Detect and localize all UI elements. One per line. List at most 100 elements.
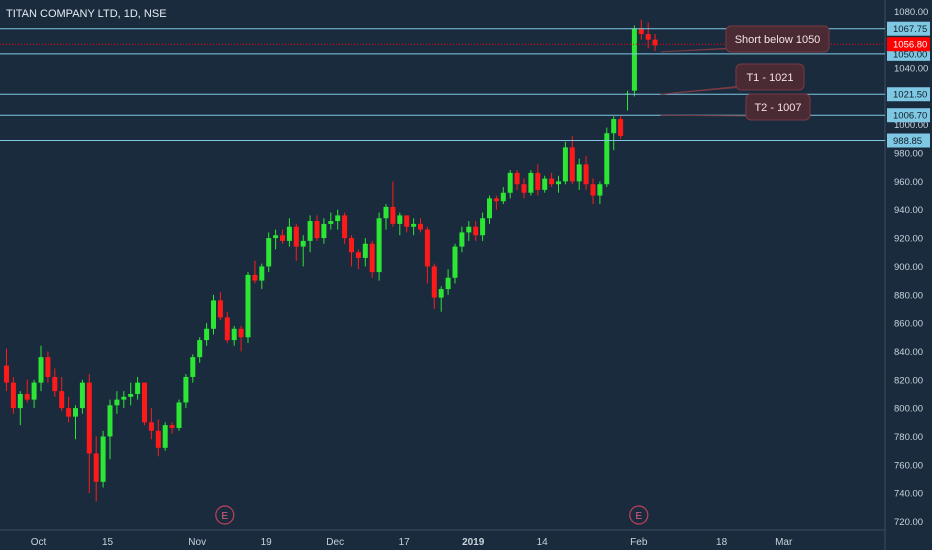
candle-body bbox=[562, 147, 568, 182]
candle-body bbox=[24, 393, 30, 400]
candle-body bbox=[445, 277, 451, 290]
x-tick-label: 18 bbox=[716, 537, 728, 548]
callout-text: T2 - 1007 bbox=[754, 102, 801, 114]
candle-body bbox=[100, 436, 106, 482]
candle-body bbox=[424, 229, 430, 267]
candle-body bbox=[487, 198, 492, 219]
candle-body bbox=[293, 226, 299, 247]
y-tick-label: 740.00 bbox=[894, 489, 923, 500]
candle-body bbox=[142, 382, 147, 423]
candle-body bbox=[128, 393, 134, 397]
candle-body bbox=[618, 119, 624, 137]
candle-body bbox=[217, 300, 223, 318]
candle-body bbox=[652, 39, 658, 46]
candle-body bbox=[10, 382, 16, 409]
y-tick-label: 840.00 bbox=[894, 347, 923, 358]
candle-body bbox=[59, 391, 65, 409]
candle-body bbox=[362, 243, 368, 258]
candle-body bbox=[114, 399, 120, 406]
candle-body bbox=[411, 223, 417, 227]
x-tick-label: Dec bbox=[326, 537, 344, 548]
x-tick-label: 15 bbox=[102, 537, 114, 548]
candle-body bbox=[86, 382, 92, 454]
candle-body bbox=[321, 223, 327, 239]
candle-body bbox=[314, 221, 320, 239]
candle-body bbox=[135, 382, 141, 394]
candle-body bbox=[273, 235, 279, 239]
candle-body bbox=[169, 425, 175, 428]
candle-body bbox=[383, 206, 389, 219]
candle-body bbox=[335, 215, 341, 222]
x-tick-label: 14 bbox=[537, 537, 549, 548]
candle-body bbox=[162, 425, 168, 448]
candle-body bbox=[542, 178, 548, 190]
candle-body bbox=[155, 430, 161, 448]
candle-body bbox=[507, 172, 513, 193]
candle-body bbox=[211, 300, 216, 329]
y-tick-label: 820.00 bbox=[894, 375, 923, 386]
candle-body bbox=[231, 328, 237, 341]
y-tick-label: 760.00 bbox=[894, 460, 923, 471]
candle-body bbox=[397, 215, 403, 224]
level-price-label: 1021.50 bbox=[893, 90, 927, 101]
candle-body bbox=[404, 215, 410, 227]
candle-body bbox=[369, 243, 375, 273]
x-tick-label: Nov bbox=[188, 537, 206, 548]
candle-body bbox=[569, 147, 575, 182]
candle-body bbox=[176, 402, 182, 428]
candle-body bbox=[438, 289, 444, 298]
candle-body bbox=[597, 184, 603, 196]
candle-body bbox=[431, 266, 437, 298]
candle-body bbox=[466, 226, 472, 233]
candle-body bbox=[107, 405, 113, 437]
x-tick-label: Oct bbox=[31, 537, 47, 548]
y-tick-label: 900.00 bbox=[894, 262, 923, 273]
y-tick-label: 980.00 bbox=[894, 149, 923, 160]
x-tick-label: 17 bbox=[399, 537, 411, 548]
candle-body bbox=[45, 357, 51, 377]
candle-body bbox=[4, 365, 9, 383]
x-tick-label: Feb bbox=[630, 537, 648, 548]
candle-body bbox=[500, 192, 506, 202]
candle-body bbox=[245, 274, 251, 338]
candle-body bbox=[197, 340, 203, 358]
current-price-label: 1056.80 bbox=[893, 40, 927, 51]
candle-body bbox=[224, 317, 230, 341]
candle-body bbox=[31, 382, 37, 400]
candle-body bbox=[376, 218, 382, 273]
candle-body bbox=[286, 226, 292, 241]
candle-body bbox=[390, 206, 396, 224]
candle-body bbox=[183, 376, 189, 403]
candle-body bbox=[148, 422, 154, 431]
candle-body bbox=[121, 396, 127, 400]
candle-body bbox=[631, 28, 637, 91]
candlestick-chart[interactable]: Oct 15 Nov 19 Dec 17 2019 14 Feb 18 Mar E E Short b… bbox=[0, 0, 932, 550]
callout-text: T1 - 1021 bbox=[746, 72, 793, 84]
y-tick-label: 860.00 bbox=[894, 319, 923, 330]
candle-body bbox=[93, 453, 99, 482]
candle-body bbox=[514, 172, 520, 185]
candle-body bbox=[73, 408, 78, 417]
candle-body bbox=[645, 34, 651, 40]
y-tick-label: 800.00 bbox=[894, 404, 923, 415]
x-tick-label: 2019 bbox=[462, 537, 485, 548]
candle-body bbox=[459, 232, 465, 247]
chart-title: TITAN COMPANY LTD, 1D, NSE bbox=[6, 8, 167, 20]
y-tick-label: 920.00 bbox=[894, 234, 923, 245]
y-tick-label: 880.00 bbox=[894, 290, 923, 301]
candle-body bbox=[342, 215, 348, 239]
candle-body bbox=[280, 235, 285, 241]
candle-body bbox=[238, 328, 244, 338]
earnings-marker-label: E bbox=[221, 511, 228, 522]
candle-body bbox=[300, 240, 306, 247]
candle-body bbox=[576, 164, 582, 182]
candle-body bbox=[79, 382, 85, 409]
candle-body bbox=[611, 119, 617, 134]
candle-body bbox=[521, 184, 527, 193]
y-tick-label: 940.00 bbox=[894, 205, 923, 216]
candle-body bbox=[266, 238, 272, 267]
candle-body bbox=[259, 266, 265, 281]
level-price-label: 1067.75 bbox=[893, 24, 927, 35]
candle-body bbox=[473, 226, 479, 236]
earnings-marker-label: E bbox=[635, 511, 642, 522]
